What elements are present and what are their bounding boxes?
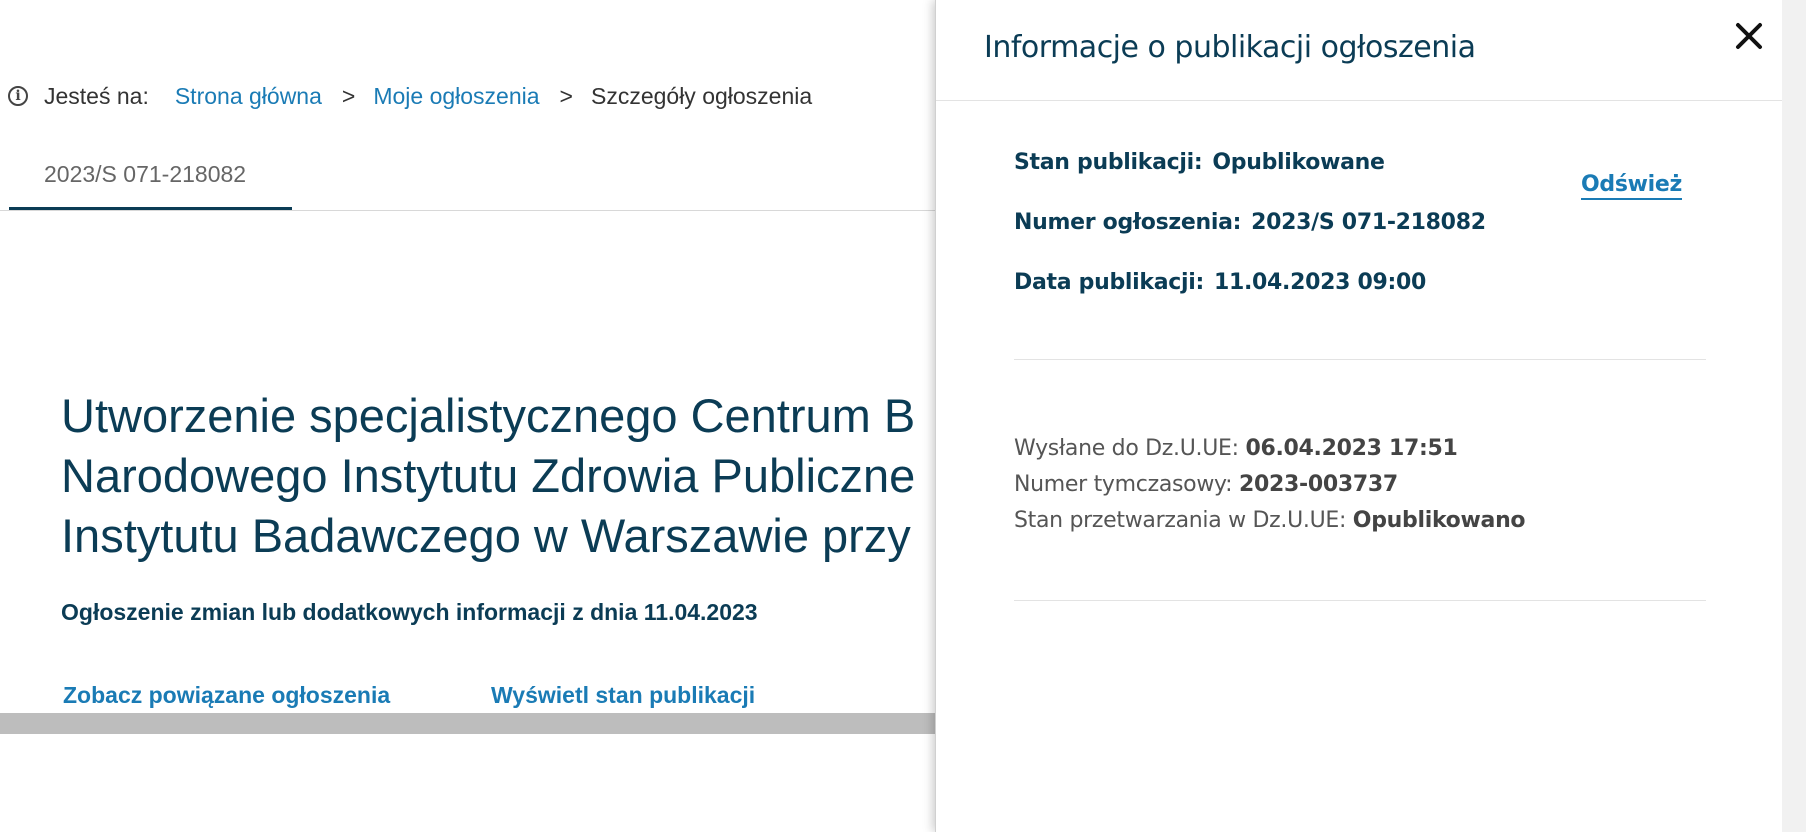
breadcrumb-label: Jesteś na: [44,82,149,109]
temporary-number-value: 2023-003737 [1238,472,1398,497]
publication-date-label: Data publikacji: [1014,270,1204,295]
notice-number-row: Numer ogłoszenia: 2023/S 071-218082 [1014,210,1486,235]
panel-title: Informacje o publikacji ogłoszenia [984,30,1476,65]
publication-date-row: Data publikacji: 11.04.2023 09:00 [1014,270,1426,295]
notice-title-line: Narodowego Instytutu Zdrowia Publiczne [61,449,916,502]
tab-notice-number[interactable]: 2023/S 071-218082 [9,156,292,210]
publication-info-panel: Informacje o publikacji ogłoszenia Stan … [935,0,1783,832]
vertical-scrollbar[interactable] [1782,0,1806,832]
notice-title-line: Utworzenie specjalistycznego Centrum B [61,389,916,442]
panel-header: Informacje o publikacji ogłoszenia [936,0,1783,101]
temporary-number-label: Numer tymczasowy: [1014,472,1233,497]
tab-bar: 2023/S 071-218082 [0,156,940,211]
horizontal-scrollbar[interactable] [0,713,935,734]
breadcrumb-home-link[interactable]: Strona główna [175,83,322,110]
publication-status-value: Opublikowane [1212,150,1385,175]
breadcrumb-current: Szczegóły ogłoszenia [590,82,813,109]
info-icon: i [8,86,28,106]
sent-to-ojeu-value: 06.04.2023 17:51 [1245,436,1458,461]
breadcrumb-my-notices-link[interactable]: Moje ogłoszenia [373,83,539,110]
related-notices-link[interactable]: Zobacz powiązane ogłoszenia [63,682,390,709]
breadcrumb: i Jesteś na: Strona główna > Moje ogłosz… [8,82,812,110]
sent-to-ojeu-row: Wysłane do Dz.U.UE: 06.04.2023 17:51 [1014,436,1458,461]
processing-status-label: Stan przetwarzania w Dz.U.UE: [1014,508,1347,533]
sent-to-ojeu-label: Wysłane do Dz.U.UE: [1014,436,1239,461]
publication-status-label: Stan publikacji: [1014,150,1203,175]
close-icon[interactable] [1733,20,1765,52]
breadcrumb-separator: > [559,82,573,109]
refresh-link[interactable]: Odśwież [1581,172,1682,200]
publication-date-value: 11.04.2023 09:00 [1213,270,1427,295]
publication-status-row: Stan publikacji: Opublikowane [1014,150,1385,175]
divider [1014,359,1706,360]
processing-status-value: Opublikowano [1352,508,1526,533]
notice-title-line: Instytutu Badawczego w Warszawie przy [61,509,911,562]
temporary-number-row: Numer tymczasowy: 2023-003737 [1014,472,1398,497]
processing-status-row: Stan przetwarzania w Dz.U.UE: Opublikowa… [1014,508,1526,533]
notice-number-value: 2023/S 071-218082 [1251,210,1486,235]
notice-number-label: Numer ogłoszenia: [1014,210,1242,235]
divider [1014,600,1706,601]
publication-status-link[interactable]: Wyświetl stan publikacji [491,682,755,709]
notice-subtitle: Ogłoszenie zmian lub dodatkowych informa… [61,599,758,625]
notice-title: Utworzenie specjalistycznego Centrum B N… [61,386,961,566]
breadcrumb-separator: > [341,82,356,109]
